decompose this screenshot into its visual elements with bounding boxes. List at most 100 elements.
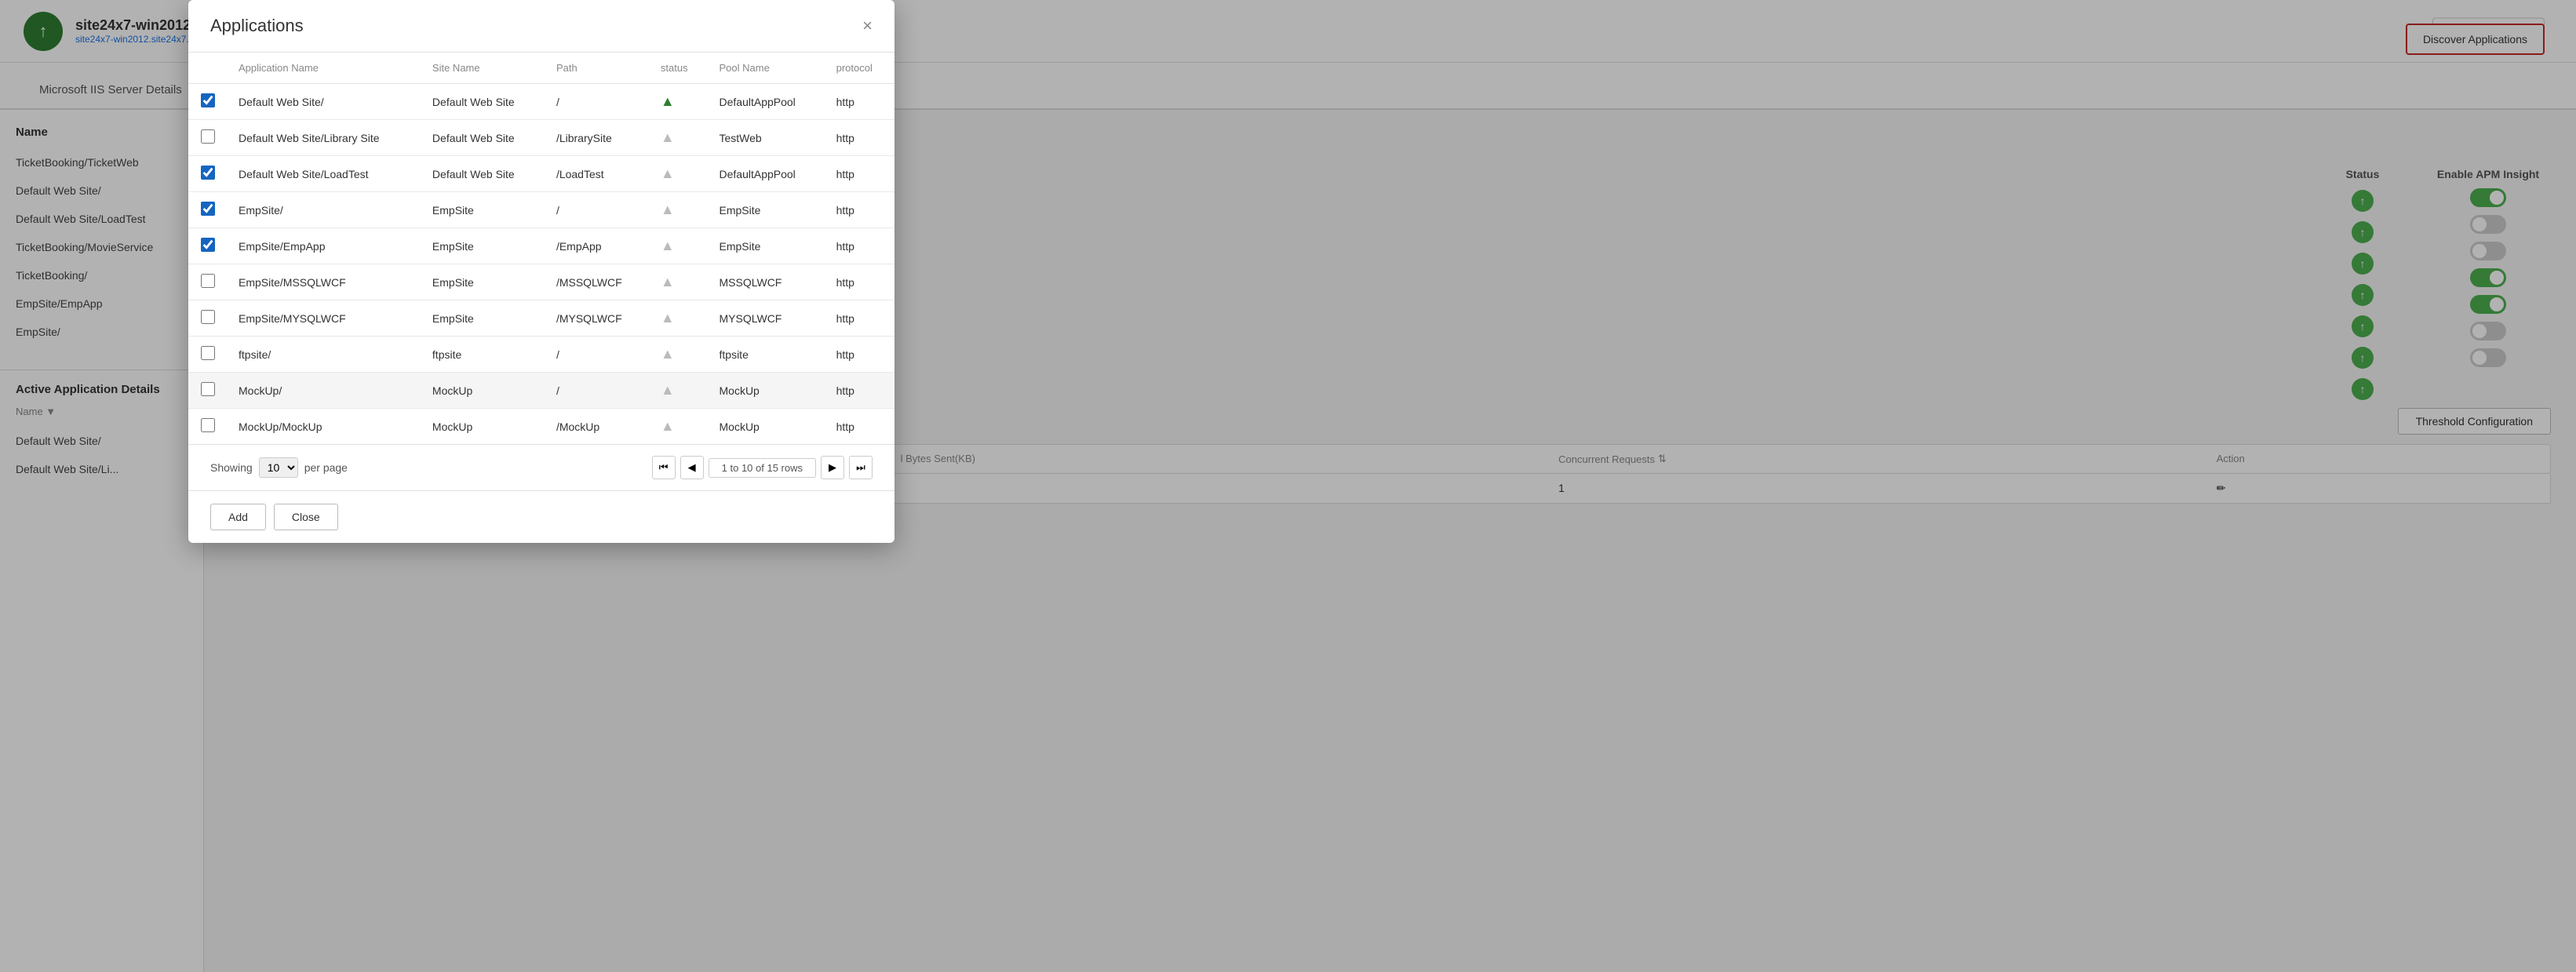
table-row: MockUp/MockUp/▲MockUphttp [188,373,894,409]
table-row: Default Web Site/Default Web Site/▲Defau… [188,84,894,120]
site-name-cell: Default Web Site [421,156,545,192]
path-cell: /LoadTest [545,156,650,192]
row-checkbox-10[interactable] [201,418,215,432]
modal-title: Applications [210,16,304,36]
status-cell: ▲ [650,337,709,373]
protocol-cell: http [825,192,894,228]
protocol-cell: http [825,409,894,445]
col-checkbox [188,53,228,84]
row-checkbox-6[interactable] [201,274,215,288]
modal-header: Applications × [188,0,894,53]
app-name-cell: MockUp/MockUp [228,409,421,445]
table-row: EmpSite/MYSQLWCFEmpSite/MYSQLWCF▲MYSQLWC… [188,300,894,337]
table-row: Default Web Site/Library SiteDefault Web… [188,120,894,156]
pool-name-cell: MYSQLWCF [709,300,825,337]
table-row: EmpSite/EmpAppEmpSite/EmpApp▲EmpSitehttp [188,228,894,264]
row-checkbox-1[interactable] [201,93,215,107]
protocol-cell: http [825,84,894,120]
path-cell: /LibrarySite [545,120,650,156]
last-page-btn[interactable]: ⏭ [849,456,873,479]
status-cell: ▲ [650,228,709,264]
row-checkbox-5[interactable] [201,238,215,252]
table-row: MockUp/MockUpMockUp/MockUp▲MockUphttp [188,409,894,445]
status-cell: ▲ [650,84,709,120]
status-cell: ▲ [650,300,709,337]
site-name-cell: MockUp [421,373,545,409]
status-arrow-gray: ▲ [661,274,675,289]
status-arrow-gray: ▲ [661,310,675,326]
status-cell: ▲ [650,264,709,300]
protocol-cell: http [825,228,894,264]
pool-name-cell: MockUp [709,373,825,409]
row-checkbox-7[interactable] [201,310,215,324]
app-name-cell: MockUp/ [228,373,421,409]
status-cell: ▲ [650,373,709,409]
status-arrow-gray: ▲ [661,346,675,362]
app-name-cell: EmpSite/EmpApp [228,228,421,264]
modal-actions: Add Close [188,490,894,543]
site-name-cell: EmpSite [421,264,545,300]
pool-name-cell: TestWeb [709,120,825,156]
pool-name-cell: MSSQLWCF [709,264,825,300]
app-name-cell: EmpSite/ [228,192,421,228]
site-name-cell: Default Web Site [421,120,545,156]
status-cell: ▲ [650,192,709,228]
path-cell: /MYSQLWCF [545,300,650,337]
site-name-cell: ftpsite [421,337,545,373]
col-pool-name: Pool Name [709,53,825,84]
add-button[interactable]: Add [210,504,266,530]
col-protocol: protocol [825,53,894,84]
status-arrow-green: ▲ [661,93,675,109]
row-checkbox-4[interactable] [201,202,215,216]
app-name-cell: Default Web Site/LoadTest [228,156,421,192]
col-site-name: Site Name [421,53,545,84]
protocol-cell: http [825,337,894,373]
close-button[interactable]: Close [274,504,338,530]
table-row: Default Web Site/LoadTestDefault Web Sit… [188,156,894,192]
path-cell: /MSSQLWCF [545,264,650,300]
col-path: Path [545,53,650,84]
status-arrow-gray: ▲ [661,382,675,398]
modal-body: Application Name Site Name Path status P… [188,53,894,444]
pool-name-cell: MockUp [709,409,825,445]
row-checkbox-3[interactable] [201,166,215,180]
protocol-cell: http [825,373,894,409]
col-app-name: Application Name [228,53,421,84]
modal-footer: Showing 10 25 50 per page ⏮ ◀ 1 to 10 of… [188,444,894,490]
row-checkbox-8[interactable] [201,346,215,360]
app-name-cell: EmpSite/MYSQLWCF [228,300,421,337]
protocol-cell: http [825,156,894,192]
path-cell: /MockUp [545,409,650,445]
row-checkbox-9[interactable] [201,382,215,396]
site-name-cell: EmpSite [421,192,545,228]
first-page-btn[interactable]: ⏮ [652,456,676,479]
applications-modal: Applications × Application Name Site Nam… [188,0,894,543]
protocol-cell: http [825,264,894,300]
path-cell: / [545,373,650,409]
status-cell: ▲ [650,409,709,445]
pool-name-cell: EmpSite [709,192,825,228]
app-name-cell: ftpsite/ [228,337,421,373]
pagination-controls: ⏮ ◀ 1 to 10 of 15 rows ▶ ⏭ [652,456,873,479]
status-cell: ▲ [650,120,709,156]
status-arrow-gray: ▲ [661,202,675,217]
next-page-btn[interactable]: ▶ [821,456,844,479]
pool-name-cell: EmpSite [709,228,825,264]
modal-overlay: Applications × Application Name Site Nam… [0,0,2576,972]
path-cell: / [545,337,650,373]
pool-name-cell: ftpsite [709,337,825,373]
page-info: 1 to 10 of 15 rows [709,458,816,478]
table-row: EmpSite/EmpSite/▲EmpSitehttp [188,192,894,228]
modal-close-button[interactable]: × [862,17,873,35]
site-name-cell: Default Web Site [421,84,545,120]
row-checkbox-2[interactable] [201,129,215,144]
status-arrow-gray: ▲ [661,129,675,145]
status-arrow-gray: ▲ [661,238,675,253]
per-page-select[interactable]: 10 25 50 [259,457,298,478]
app-name-cell: Default Web Site/ [228,84,421,120]
prev-page-btn[interactable]: ◀ [680,456,704,479]
site-name-cell: EmpSite [421,300,545,337]
showing-label: Showing 10 25 50 per page [210,457,348,478]
protocol-cell: http [825,300,894,337]
status-cell: ▲ [650,156,709,192]
